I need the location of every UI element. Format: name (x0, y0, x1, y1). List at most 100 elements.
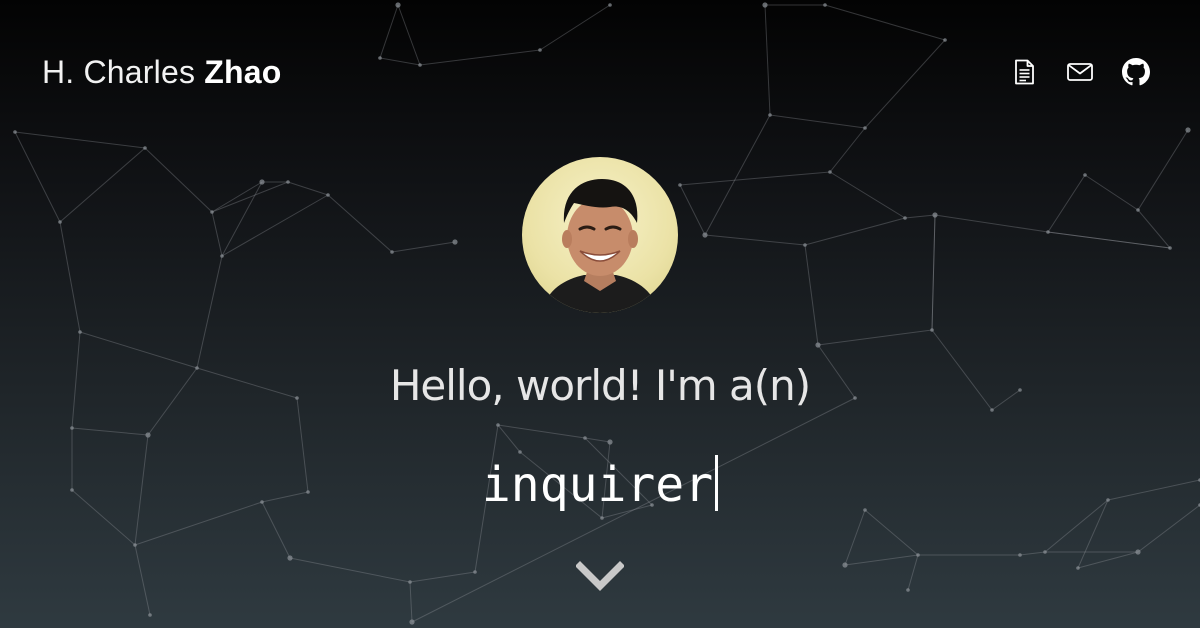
network-node (823, 3, 827, 7)
mail-icon[interactable] (1066, 58, 1094, 86)
network-line (196, 255, 223, 369)
network-line (497, 424, 521, 453)
network-node (1136, 208, 1140, 212)
site-title-first: H. Charles (42, 54, 196, 90)
network-node (418, 63, 422, 67)
network-node (408, 580, 412, 584)
network-node (518, 450, 522, 454)
network-line (59, 147, 146, 223)
network-node (1135, 549, 1141, 555)
network-node (903, 216, 907, 220)
profile-photo (542, 179, 658, 313)
network-line (1137, 129, 1189, 211)
network-line (134, 544, 151, 616)
network-node (1185, 127, 1191, 133)
network-node (608, 3, 612, 7)
network-line (221, 194, 329, 257)
network-line (934, 214, 1049, 233)
network-node (259, 179, 265, 185)
network-line (1047, 231, 1171, 249)
avatar (522, 157, 678, 313)
network-line (287, 181, 329, 196)
header-nav (1010, 58, 1150, 86)
network-line (829, 127, 866, 173)
network-node (1046, 230, 1050, 234)
network-node (1018, 553, 1022, 557)
network-line (1137, 209, 1171, 249)
network-node (78, 330, 82, 334)
network-node (768, 113, 772, 117)
network-line (419, 49, 541, 66)
network-node (210, 210, 214, 214)
network-node (815, 342, 821, 348)
network-node (287, 555, 293, 561)
network-node (326, 193, 330, 197)
network-node (842, 562, 848, 568)
network-node (583, 436, 587, 440)
network-node (378, 56, 382, 60)
network-line (844, 509, 866, 566)
network-line (704, 114, 771, 236)
network-line (211, 211, 223, 257)
network-line (397, 4, 421, 66)
chevron-down-icon[interactable] (576, 560, 624, 594)
typing-cursor (715, 455, 719, 511)
network-line (1077, 551, 1139, 569)
network-node (678, 183, 682, 187)
network-node (286, 180, 290, 184)
github-icon[interactable] (1122, 58, 1150, 86)
typed-word: inquirer (481, 457, 714, 513)
network-node (600, 516, 604, 520)
network-node (1083, 173, 1087, 177)
network-line (379, 4, 399, 59)
network-line (824, 4, 946, 41)
network-node (148, 613, 152, 617)
network-node (1076, 566, 1080, 570)
network-line (1019, 551, 1046, 556)
network-node (145, 432, 151, 438)
network-line (497, 424, 586, 439)
network-node (803, 243, 807, 247)
network-line (1084, 174, 1139, 211)
network-node (58, 220, 62, 224)
network-line (817, 329, 933, 346)
network-node (452, 239, 458, 245)
network-line (211, 181, 289, 213)
network-node (409, 619, 415, 625)
hero-greeting: Hello, world! I'm a(n) (389, 361, 811, 410)
network-node (702, 232, 708, 238)
network-line (59, 221, 81, 333)
network-line (14, 131, 61, 223)
typed-text: inquirer (0, 455, 1200, 515)
network-node (1043, 550, 1047, 554)
network-line (14, 131, 146, 149)
site-title-last: Zhao (204, 54, 282, 90)
network-line (904, 214, 936, 219)
network-line (864, 509, 919, 556)
site-title[interactable]: H. Charles Zhao (42, 52, 282, 92)
network-line (804, 217, 906, 246)
document-icon[interactable] (1010, 58, 1038, 86)
network-line (679, 184, 706, 236)
network-node (143, 146, 147, 150)
network-line (289, 557, 411, 583)
network-node (496, 423, 500, 427)
network-line (769, 114, 866, 129)
network-node (390, 250, 394, 254)
network-line (864, 39, 946, 129)
network-node (916, 553, 920, 557)
network-line (764, 4, 771, 116)
network-node (473, 570, 477, 574)
network-node (133, 543, 137, 547)
network-line (704, 234, 806, 246)
network-line (907, 554, 919, 591)
network-line (144, 147, 213, 213)
network-node (538, 48, 542, 52)
network-line (804, 244, 819, 346)
network-line (391, 241, 456, 253)
network-node (1168, 246, 1172, 250)
network-node (220, 254, 224, 258)
network-line (327, 194, 393, 253)
network-node (863, 126, 867, 130)
network-line (379, 57, 421, 66)
